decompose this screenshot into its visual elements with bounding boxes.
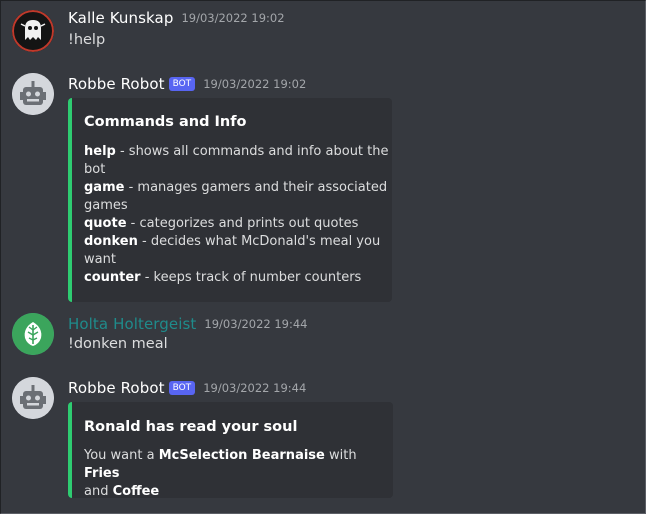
command-name: counter xyxy=(84,270,141,285)
embed: Commands and Info help - shows all comma… xyxy=(68,98,392,302)
timestamp: 19/03/2022 19:02 xyxy=(181,11,285,25)
username[interactable]: Kalle Kunskap xyxy=(68,9,173,27)
username[interactable]: Robbe Robot xyxy=(68,379,165,397)
timestamp: 19/03/2022 19:44 xyxy=(203,381,307,395)
embed-line: You want a McSelection Bearnaise with Fr… xyxy=(84,447,393,483)
command-name: help xyxy=(84,144,116,159)
embed-line: donken - decides what McDonald's meal yo… xyxy=(84,233,389,251)
embed-description: help - shows all commands and info about… xyxy=(84,143,389,287)
message-header: Holta Holtergeist 19/03/2022 19:44 xyxy=(68,315,308,333)
username[interactable]: Holta Holtergeist xyxy=(68,315,196,333)
bot-tag: BOT xyxy=(168,77,196,91)
username[interactable]: Robbe Robot xyxy=(68,75,165,93)
embed-line: bot xyxy=(84,162,106,177)
command-name: game xyxy=(84,180,125,195)
message-content: !donken meal xyxy=(68,336,168,352)
message-header: Robbe Robot BOT 19/03/2022 19:44 xyxy=(68,379,306,397)
avatar[interactable] xyxy=(12,313,54,355)
timestamp: 19/03/2022 19:02 xyxy=(203,77,307,91)
command-desc: - shows all commands and info about the xyxy=(115,144,389,159)
meal-item: Fries xyxy=(84,466,120,481)
command-desc: - keeps track of number counters xyxy=(140,270,362,285)
embed-line: want xyxy=(84,252,116,267)
embed-title: Ronald has read your soul xyxy=(84,419,298,435)
robot-icon xyxy=(12,377,54,419)
ghost-icon xyxy=(12,10,54,52)
command-desc: - manages gamers and their associated xyxy=(124,180,388,195)
embed-line: and Coffee xyxy=(84,483,393,501)
embed-line: quote - categorizes and prints out quote… xyxy=(84,215,389,233)
command-desc: - decides what McDonald's meal you xyxy=(137,234,381,249)
message-content: !help xyxy=(68,32,106,48)
embed-line: help - shows all commands and info about… xyxy=(84,143,389,161)
embed-line: game - manages gamers and their associat… xyxy=(84,179,389,197)
command-name: quote xyxy=(84,216,127,231)
message-header: Kalle Kunskap 19/03/2022 19:02 xyxy=(68,9,285,27)
embed: Ronald has read your soul You want a McS… xyxy=(68,402,393,501)
robot-icon xyxy=(12,73,54,115)
avatar[interactable] xyxy=(12,73,54,115)
leaf-icon xyxy=(12,313,54,355)
embed-description: You want a McSelection Bearnaise with Fr… xyxy=(84,447,393,501)
embed-line: games xyxy=(84,198,128,213)
embed-title: Commands and Info xyxy=(84,114,247,130)
desc-text: with xyxy=(324,448,357,463)
avatar[interactable] xyxy=(12,377,54,419)
command-desc: - categorizes and prints out quotes xyxy=(126,216,359,231)
desc-text: and xyxy=(84,484,113,499)
embed-line: counter - keeps track of number counters xyxy=(84,269,389,287)
bot-tag: BOT xyxy=(168,381,196,395)
timestamp: 19/03/2022 19:44 xyxy=(204,317,308,331)
message-header: Robbe Robot BOT 19/03/2022 19:02 xyxy=(68,75,306,93)
command-name: donken xyxy=(84,234,138,249)
meal-item: Coffee xyxy=(112,484,160,499)
avatar[interactable] xyxy=(12,10,54,52)
meal-item: McSelection Bearnaise xyxy=(158,448,325,463)
desc-text: You want a xyxy=(84,448,159,463)
